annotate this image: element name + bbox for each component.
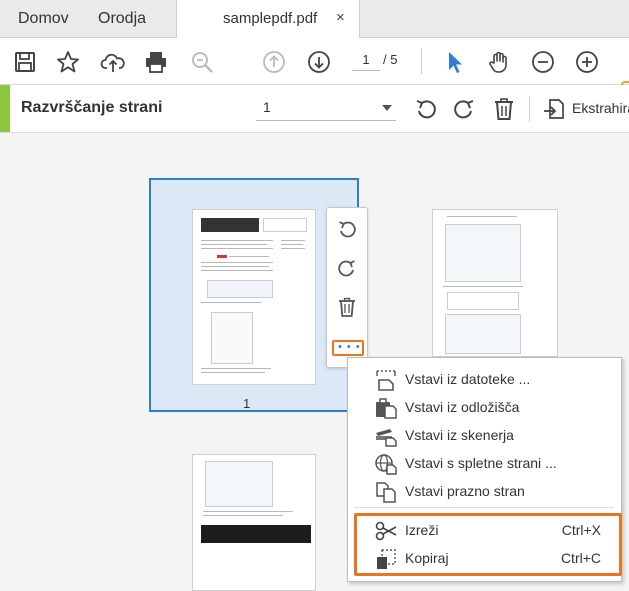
hand-tool-icon[interactable] xyxy=(486,49,512,75)
thumbnail-text-line xyxy=(229,256,269,257)
thumbnail-text-line xyxy=(201,368,271,369)
extract-pages-icon[interactable] xyxy=(541,96,567,122)
next-page-icon[interactable] xyxy=(306,49,332,75)
menu-item-insert-blank-page[interactable]: Vstavi prazno stran xyxy=(348,479,621,505)
previous-page-icon[interactable] xyxy=(261,49,287,75)
thumbnail-screenshot xyxy=(207,280,273,298)
thumbnail-text-line xyxy=(201,244,267,245)
tab-document[interactable]: samplepdf.pdf × xyxy=(176,0,360,38)
rotate-left-icon[interactable] xyxy=(413,96,439,122)
rotate-right-icon[interactable] xyxy=(336,257,358,279)
page-thumbnail-2[interactable] xyxy=(432,209,558,357)
page-number-label: 1 xyxy=(243,396,251,411)
page-thumbnail-3[interactable] xyxy=(192,454,316,591)
menu-item-label: Vstavi iz odložišča xyxy=(405,399,520,415)
thumbnail-text-line xyxy=(201,266,269,267)
extract-label[interactable]: Ekstrahira xyxy=(572,100,629,116)
zoom-in-icon[interactable] xyxy=(574,49,600,75)
thumbnail-red-mark xyxy=(217,255,227,258)
chevron-down-icon xyxy=(382,105,392,111)
thumbnail-screenshot xyxy=(445,224,521,282)
zoom-out-icon[interactable] xyxy=(530,49,556,75)
menu-item-insert-from-scanner[interactable]: Vstavi iz skenerja xyxy=(348,423,621,449)
thumbnail-sidebar-line xyxy=(281,248,305,249)
star-icon[interactable] xyxy=(55,49,81,75)
more-options-button[interactable]: • • • xyxy=(332,340,364,356)
thumbnail-search-box xyxy=(263,218,307,232)
close-tab-button[interactable]: × xyxy=(336,9,345,26)
thumbnail-text-line xyxy=(201,240,273,241)
document-tab-title: samplepdf.pdf xyxy=(223,10,318,27)
thumbnail-text-line xyxy=(447,216,517,217)
current-page-input[interactable]: 1 xyxy=(352,50,380,71)
page-total: / 5 xyxy=(383,52,398,67)
select-cursor-icon[interactable] xyxy=(442,49,468,75)
context-menu: Vstavi iz datoteke ... Vstavi iz odložiš… xyxy=(347,357,622,582)
tab-bar: Domov Orodja samplepdf.pdf × xyxy=(0,0,629,38)
menu-separator xyxy=(354,507,614,508)
menu-item-label: Vstavi prazno stran xyxy=(405,483,525,499)
rotate-right-icon[interactable] xyxy=(451,96,477,122)
clipboard-icon xyxy=(374,397,398,419)
thumbnail-tools-panel: • • • xyxy=(326,207,368,368)
thumbnail-text-line xyxy=(203,511,293,512)
page-range-select[interactable]: 1 xyxy=(256,96,396,121)
menu-item-label: Vstavi iz datoteke ... xyxy=(405,371,531,387)
menu-item-label: Vstavi s spletne strani ... xyxy=(405,455,557,471)
thumbnail-text-line xyxy=(201,302,261,303)
organize-divider xyxy=(529,96,530,122)
save-icon[interactable] xyxy=(12,49,38,75)
web-page-icon xyxy=(374,453,398,475)
thumbnail-text-line xyxy=(201,270,273,271)
thumbnail-text-line xyxy=(201,262,273,263)
menu-item-insert-from-file[interactable]: Vstavi iz datoteke ... xyxy=(348,367,621,393)
menu-item-label: Vstavi iz skenerja xyxy=(405,427,514,443)
insert-file-icon xyxy=(374,369,398,391)
page-range-value: 1 xyxy=(263,99,271,115)
thumbnail-text-line xyxy=(201,248,273,249)
delete-page-icon[interactable] xyxy=(336,296,358,318)
cut-copy-highlight xyxy=(354,513,622,576)
menu-item-insert-from-clipboard[interactable]: Vstavi iz odložišča xyxy=(348,395,621,421)
thumbnail-screenshot xyxy=(445,314,521,354)
thumbnail-dialog xyxy=(211,312,253,364)
organize-pages-bar: Razvrščanje strani 1 Ekstrahira xyxy=(0,85,629,133)
thumbnail-code-box xyxy=(447,292,519,310)
toolbar-divider xyxy=(421,48,422,74)
more-options-icon: • • • xyxy=(338,341,361,353)
tab-tools[interactable]: Orodja xyxy=(98,0,146,37)
rotate-left-icon[interactable] xyxy=(336,218,358,240)
tab-home[interactable]: Domov xyxy=(18,0,69,37)
thumbnail-header-block xyxy=(201,218,259,232)
upload-cloud-icon[interactable] xyxy=(100,49,126,75)
thumbnail-text-line xyxy=(443,286,523,287)
thumbnail-text-line xyxy=(201,372,265,373)
main-toolbar: 1 / 5 xyxy=(0,38,629,119)
delete-page-icon[interactable] xyxy=(491,96,517,122)
tool-accent-bar xyxy=(0,85,10,132)
page-thumbnail-1[interactable] xyxy=(192,209,316,385)
print-icon[interactable] xyxy=(143,49,169,75)
organize-title: Razvrščanje strani xyxy=(21,99,163,116)
blank-page-icon xyxy=(374,481,398,503)
zoom-search-icon[interactable] xyxy=(189,49,215,75)
thumbnail-banner xyxy=(201,525,311,543)
thumbnail-screenshot xyxy=(205,461,273,507)
thumbnail-text-line xyxy=(203,515,283,516)
thumbnail-sidebar-line xyxy=(281,244,303,245)
menu-item-insert-from-web-page[interactable]: Vstavi s spletne strani ... xyxy=(348,451,621,477)
scanner-icon xyxy=(374,425,398,447)
thumbnail-sidebar-line xyxy=(281,240,305,241)
